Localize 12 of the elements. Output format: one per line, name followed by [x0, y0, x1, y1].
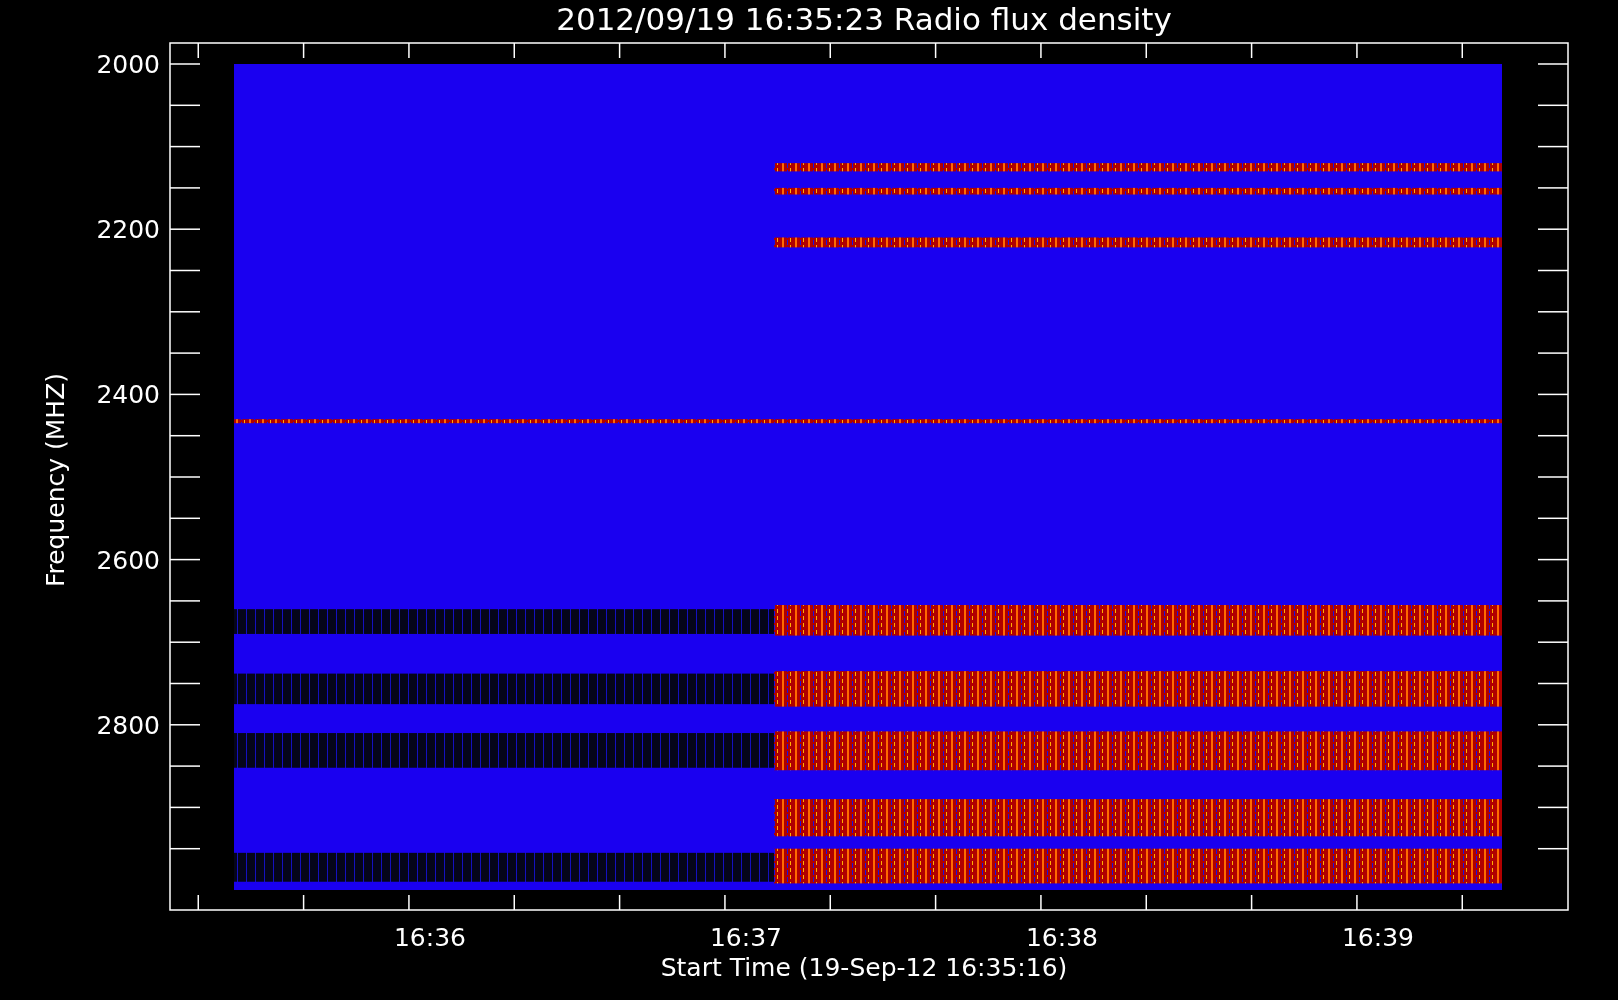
axis-tick-label: 2800 — [96, 710, 160, 740]
axis-label: Start Time (19-Sep-12 16:35:16) — [660, 953, 1068, 982]
chart-title: 2012/09/19 16:35:23 Radio flux density — [556, 1, 1172, 37]
axis-tick-label: 16:38 — [1026, 923, 1098, 952]
axis-tick-label: 2400 — [96, 380, 160, 410]
axis-tick-label: 2200 — [96, 215, 160, 245]
axis-tick-label: 16:37 — [710, 923, 782, 952]
axis-tick-label: 16:39 — [1342, 923, 1414, 952]
axis-tick-label: 2000 — [96, 50, 160, 79]
axis-tick-label: 16:36 — [394, 923, 466, 952]
axis-tick-label: 2600 — [96, 545, 160, 575]
axis-label: Frequency (MHZ) — [41, 372, 70, 588]
